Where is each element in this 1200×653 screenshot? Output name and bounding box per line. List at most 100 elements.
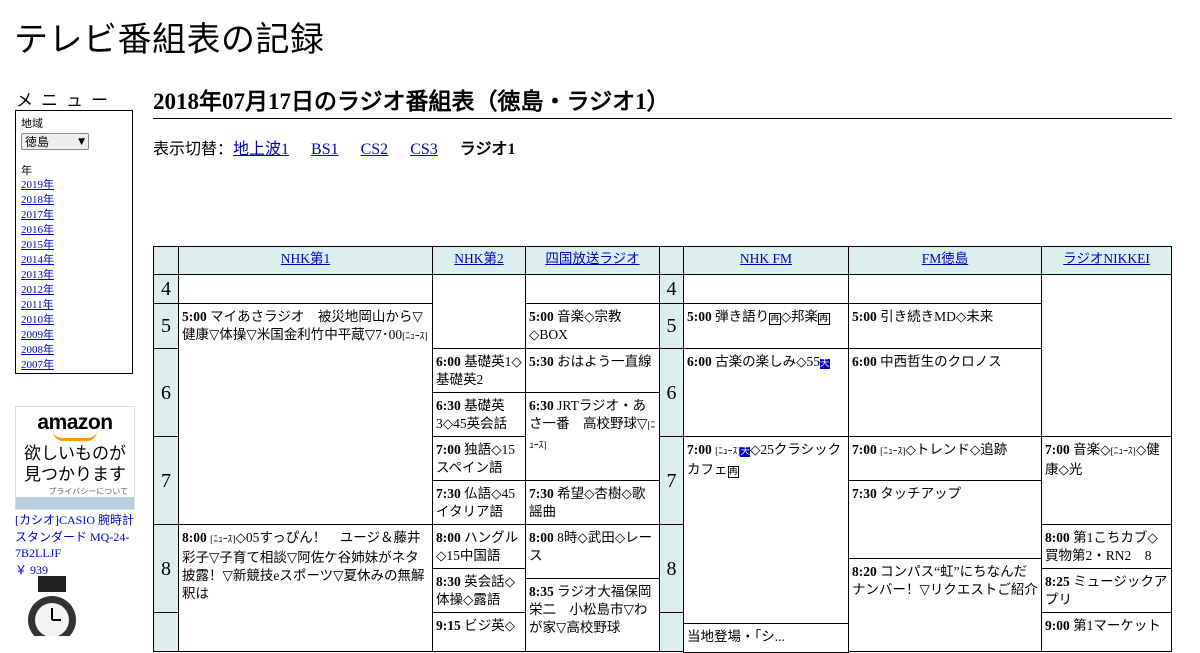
program-cell[interactable]: 6:00 基礎英1◇基礎英2: [432, 348, 526, 393]
program-cell[interactable]: 8:00 8時◇武田◇レース: [525, 524, 660, 579]
amazon-logo: amazon: [37, 411, 113, 434]
program-cell[interactable]: 6:00 中西哲生のクロノス: [848, 348, 1042, 437]
program-cell[interactable]: 8:30 英会話◇体操◇露語: [432, 568, 526, 613]
hour-label: 5: [659, 303, 684, 349]
region-select[interactable]: 徳島 ▼: [21, 133, 89, 150]
program-cell[interactable]: 5:30 おはよう一直線: [525, 348, 660, 393]
channel-link[interactable]: 四国放送ラジオ: [545, 251, 639, 266]
program-cell[interactable]: 5:00 マイあさラジオ 被災地岡山から▽健康▽体操▽米国金利竹中平蔵▽7･00…: [178, 303, 433, 525]
year-link[interactable]: 2013年: [21, 268, 127, 283]
program-time: 5:00: [529, 309, 554, 324]
program-time: 6:30: [436, 398, 461, 413]
program-title: マイあさラジオ 被災地岡山から▽健康▽体操▽米国金利竹中平蔵▽7･00: [182, 309, 423, 342]
program-cell[interactable]: 8:00 [ﾆｭｰｽ]◇05すっぴん！ ユージ＆藤井彩子▽子育て相談▽阿佐ケ谷姉…: [178, 524, 433, 652]
channel-link[interactable]: ラジオNIKKEI: [1063, 251, 1150, 266]
program-title: ◇邦楽: [780, 309, 819, 324]
program-cell[interactable]: 9:15 ビジ英◇: [432, 612, 526, 652]
hour-label: 6: [659, 348, 684, 437]
news-tag: [ﾆｭｰｽ]: [715, 447, 741, 457]
program-cell[interactable]: 8:20 コンパス“虹”にちなんだナンバー！▽リクエストご紹介: [848, 558, 1042, 652]
channel-link[interactable]: NHK FM: [740, 251, 792, 266]
program-time: 5:30: [529, 354, 554, 369]
year-link[interactable]: 2016年: [21, 223, 127, 238]
program-time: 8:00: [529, 530, 554, 545]
program-cell[interactable]: 6:30 JRTラジオ・あさ一番 高校野球▽[ﾆｭｰｽ]: [525, 392, 660, 481]
region-label: 地域: [21, 117, 43, 130]
program-cell[interactable]: 9:00 第1マーケット: [1041, 612, 1172, 652]
channel-link[interactable]: NHK第2: [454, 251, 504, 266]
program-time: 8:00: [1045, 530, 1070, 545]
display-switcher: 表示切替：地上波1 BS1 CS2 CS3 ラジオ1: [153, 135, 515, 159]
hour-label: [153, 612, 179, 652]
ad-privacy-link[interactable]: プライバシーについて: [16, 486, 134, 497]
program-cell[interactable]: 7:30 希望◇杏樹◇歌謡曲: [525, 480, 660, 525]
program-cell[interactable]: 7:00 [ﾆｭｰｽ]天◇25クラシックカフェ再: [683, 436, 849, 624]
region-value: 徳島: [25, 135, 50, 149]
program-title: 音楽◇: [1073, 442, 1111, 457]
ad-message: 欲しいものが 見つかります: [16, 444, 134, 486]
year-link[interactable]: 2007年: [21, 358, 127, 373]
program-title: おはよう一直線: [557, 354, 652, 369]
switch-link-terrestrial1[interactable]: 地上波1: [233, 141, 289, 158]
program-cell[interactable]: 5:00 音楽◇宗教◇BOX: [525, 303, 660, 349]
year-link[interactable]: 2012年: [21, 283, 127, 298]
switch-link-bs1[interactable]: BS1: [311, 141, 339, 158]
program-cell[interactable]: 6:30 基礎英3◇45英会話: [432, 392, 526, 437]
program-cell[interactable]: 8:35 ラジオ大福保岡栄二 小松島市▽わが家▽高校野球: [525, 578, 660, 652]
program-grid: NHK第1 NHK第2 四国放送ラジオ NHK FM FM徳島 ラジオNIKKE…: [153, 246, 1172, 653]
year-link[interactable]: 2009年: [21, 328, 127, 343]
program-cell[interactable]: 7:30 仏語◇45イタリア語: [432, 480, 526, 525]
amazon-ad-banner[interactable]: amazon 欲しいものが 見つかります プライバシーについて: [15, 406, 135, 510]
program-cell[interactable]: 8:25 ミュージックアプリ: [1041, 568, 1172, 613]
weather-badge: 天: [820, 359, 830, 369]
program-time: 8:00: [182, 530, 207, 545]
year-link[interactable]: 2018年: [21, 193, 127, 208]
switch-link-cs3[interactable]: CS3: [410, 141, 438, 158]
program-time: 7:00: [1045, 442, 1070, 457]
switch-link-cs2[interactable]: CS2: [361, 141, 389, 158]
ad-collapse-bar[interactable]: [16, 497, 134, 509]
hour-label: 6: [153, 348, 179, 437]
channel-link[interactable]: NHK第1: [281, 251, 331, 266]
program-cell[interactable]: 7:00 独語◇15スペイン語: [432, 436, 526, 481]
year-link[interactable]: 2015年: [21, 238, 127, 253]
program-time: 7:30: [529, 486, 554, 501]
year-link[interactable]: 2008年: [21, 343, 127, 358]
program-cell[interactable]: 7:00 音楽◇[ﾆｭｰｽ]◇健康◇光: [1041, 436, 1172, 525]
program-cell[interactable]: 8:00 第1こちカブ◇買物第2・RN2 8: [1041, 524, 1172, 569]
program-time: 5:00: [852, 309, 877, 324]
menu-box: 地域 徳島 ▼ 年 2019年 2018年 2017年 2016年 2015年 …: [15, 110, 133, 374]
program-time: 8:30: [436, 574, 461, 589]
news-tag: [ﾆｭｰｽ]: [880, 447, 906, 457]
program-cell[interactable]: 当地登場・「シ...: [683, 623, 849, 653]
dropdown-arrow-icon: ▼: [78, 136, 85, 147]
ad-product-name[interactable]: [カシオ]CASIO 腕時計 スタンダード MQ-24-7B2LLJF: [15, 512, 139, 562]
program-cell[interactable]: 8:00 ハングル◇15中国語: [432, 524, 526, 569]
year-link[interactable]: 2014年: [21, 253, 127, 268]
ad-product[interactable]: [カシオ]CASIO 腕時計 スタンダード MQ-24-7B2LLJF ￥ 93…: [15, 512, 139, 578]
program-title: ビジ英◇: [464, 618, 516, 633]
program-title: 第1マーケット: [1073, 618, 1161, 633]
program-cell[interactable]: 5:00 引き続きMD◇未来: [848, 303, 1042, 349]
program-title: 中西哲生のクロノス: [880, 354, 1002, 369]
program-time: 6:00: [436, 354, 461, 369]
program-title: 当地登場・「シ...: [687, 629, 785, 644]
year-link[interactable]: 2019年: [21, 178, 127, 193]
program-cell[interactable]: 7:00 [ﾆｭｰｽ]◇トレンド◇追跡: [848, 436, 1042, 481]
year-link[interactable]: 2017年: [21, 208, 127, 223]
year-label: 年: [21, 164, 32, 177]
program-time: 9:00: [1045, 618, 1070, 633]
program-time: 6:00: [852, 354, 877, 369]
program-cell[interactable]: 6:00 古楽の楽しみ◇55天: [683, 348, 849, 437]
year-link[interactable]: 2010年: [21, 313, 127, 328]
program-title: コンパス“虹”にちなんだナンバー！▽リクエストご紹介: [852, 564, 1038, 597]
watch-product-image[interactable]: [20, 576, 84, 636]
hour-label: 8: [153, 524, 179, 613]
year-link[interactable]: 2011年: [21, 298, 127, 313]
program-cell[interactable]: 7:30 タッチアップ: [848, 480, 1042, 559]
program-time: 7:30: [852, 486, 877, 501]
header-corner: [153, 246, 179, 275]
channel-header-nhkfm: NHK FM: [683, 246, 849, 275]
channel-link[interactable]: FM徳島: [922, 251, 969, 266]
program-cell[interactable]: 5:00 弾き語り再◇邦楽再: [683, 303, 849, 349]
